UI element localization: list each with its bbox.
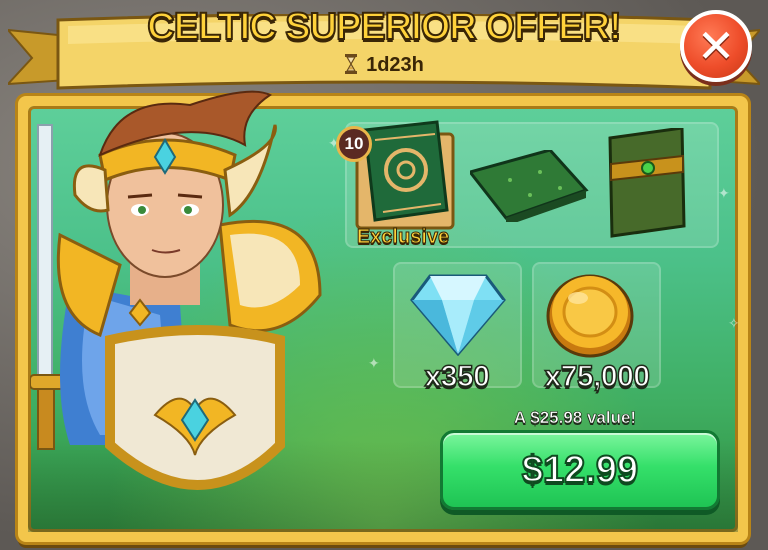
gems-quantity: x350 — [424, 359, 491, 394]
offer-timer: 1d23h — [0, 54, 768, 77]
sparkle-icon: ✦ — [718, 186, 730, 202]
price-label: $12.99 — [521, 448, 639, 492]
sparkle-icon: ✦ — [368, 356, 380, 372]
close-button[interactable]: ✕ — [680, 10, 752, 82]
buy-button[interactable]: $12.99 — [440, 430, 720, 510]
hourglass-icon — [345, 54, 358, 74]
timer-text: 1d23h — [366, 54, 424, 76]
offer-value-text: A $25.98 value! — [513, 408, 637, 428]
sparkle-icon: ✧ — [728, 316, 738, 332]
coins-quantity: x75,000 — [544, 359, 651, 394]
close-icon: ✕ — [696, 19, 736, 73]
item-level-badge: 10 — [336, 126, 372, 162]
grass-floor-tile-icon — [470, 150, 589, 222]
gold-coin-icon — [546, 274, 634, 358]
diamond-gem-icon — [410, 274, 506, 356]
hero-portrait — [30, 90, 322, 490]
celtic-wall-panel-icon — [608, 128, 686, 238]
exclusive-tag: Exclusive — [356, 226, 450, 249]
offer-title: CELTIC SUPERIOR OFFER! — [146, 5, 622, 49]
